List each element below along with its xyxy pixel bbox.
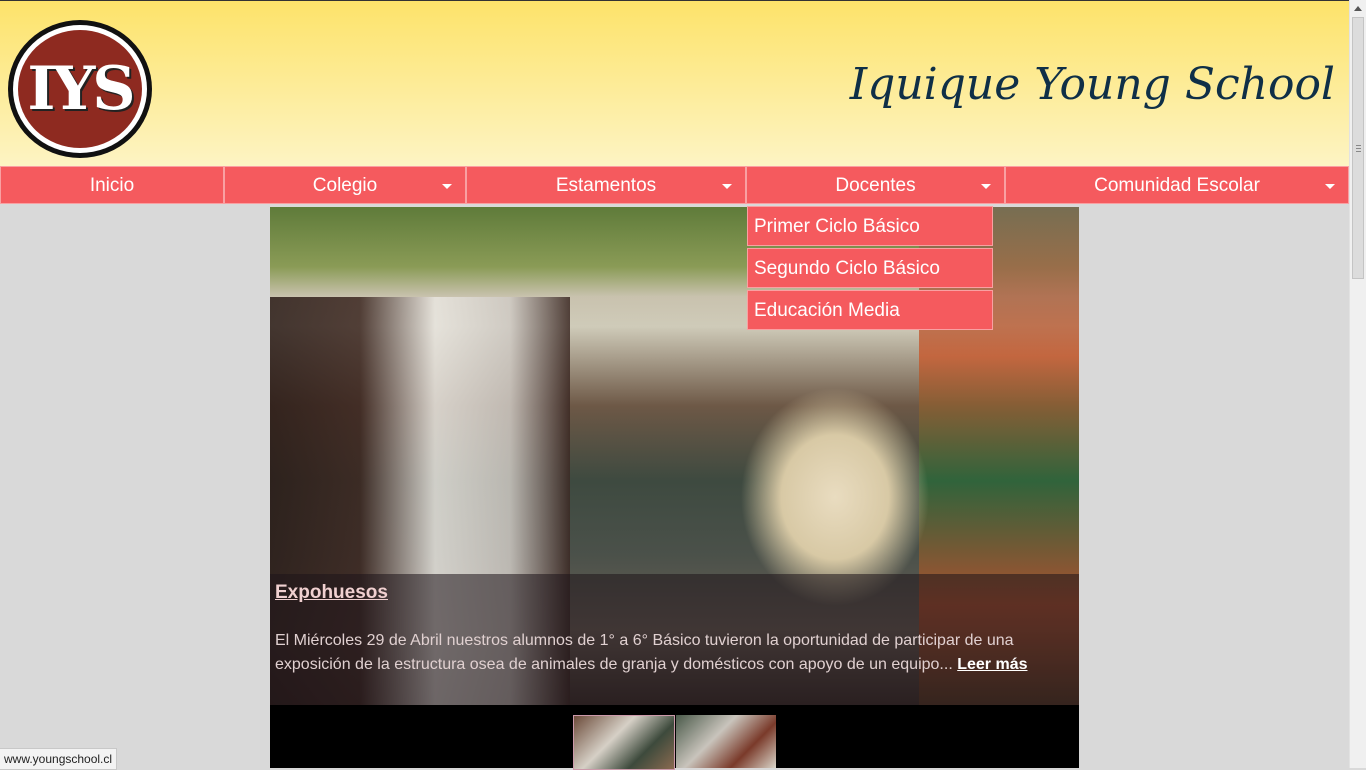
- dropdown-item-primer-ciclo[interactable]: Primer Ciclo Básico: [747, 206, 993, 246]
- grip-line: [1356, 145, 1361, 146]
- slide-thumbnail[interactable]: [676, 715, 776, 768]
- nav-item-label: Inicio: [89, 175, 135, 196]
- dropdown-item-educacion-media[interactable]: Educación Media: [747, 290, 993, 330]
- docentes-dropdown-menu: Primer Ciclo Básico Segundo Ciclo Básico…: [747, 206, 993, 332]
- scroll-up-arrow-icon[interactable]: [1354, 6, 1362, 11]
- status-url: www.youngschool.cl: [4, 752, 113, 766]
- nav-item-label: Docentes: [835, 175, 916, 196]
- nav-item-label: Colegio: [312, 175, 378, 196]
- nav-item-comunidad-escolar[interactable]: Comunidad Escolar: [1005, 166, 1349, 204]
- grip-line: [1356, 151, 1361, 152]
- site-header: IYS Iquique Young School: [0, 0, 1349, 167]
- main-nav: Inicio Colegio Estamentos Docentes Comun…: [0, 166, 1349, 206]
- slide-caption: Expohuesos El Miércoles 29 de Abril nues…: [270, 574, 1079, 705]
- school-logo[interactable]: IYS: [8, 20, 152, 158]
- site-title: Iquique Young School: [849, 59, 1335, 110]
- logo-ring: IYS: [13, 25, 147, 153]
- nav-item-inicio[interactable]: Inicio: [0, 166, 224, 204]
- slide-description: El Miércoles 29 de Abril nuestros alumno…: [275, 629, 1065, 677]
- dropdown-item-segundo-ciclo[interactable]: Segundo Ciclo Básico: [747, 248, 993, 288]
- chevron-down-icon: [981, 184, 991, 189]
- nav-item-label: Comunidad Escolar: [1094, 175, 1260, 196]
- grip-line: [1356, 148, 1361, 149]
- slide-title-link[interactable]: Expohuesos: [275, 582, 388, 604]
- nav-item-colegio[interactable]: Colegio: [224, 166, 466, 204]
- scrollbar-thumb[interactable]: [1352, 17, 1364, 279]
- read-more-link[interactable]: Leer más: [957, 656, 1027, 673]
- slide-thumbnail[interactable]: [573, 715, 675, 770]
- logo-text: IYS: [18, 30, 142, 148]
- nav-item-estamentos[interactable]: Estamentos: [466, 166, 746, 204]
- nav-item-label: Estamentos: [555, 175, 657, 196]
- slide-description-text: El Miércoles 29 de Abril nuestros alumno…: [275, 632, 1014, 673]
- nav-item-docentes[interactable]: Docentes: [746, 166, 1005, 204]
- page-scrollbar[interactable]: [1349, 0, 1366, 768]
- chevron-down-icon: [1325, 184, 1335, 189]
- chevron-down-icon: [722, 184, 732, 189]
- slide-thumbnail-strip: [270, 705, 1079, 770]
- chevron-down-icon: [442, 184, 452, 189]
- browser-status-bar: www.youngschool.cl: [0, 748, 118, 770]
